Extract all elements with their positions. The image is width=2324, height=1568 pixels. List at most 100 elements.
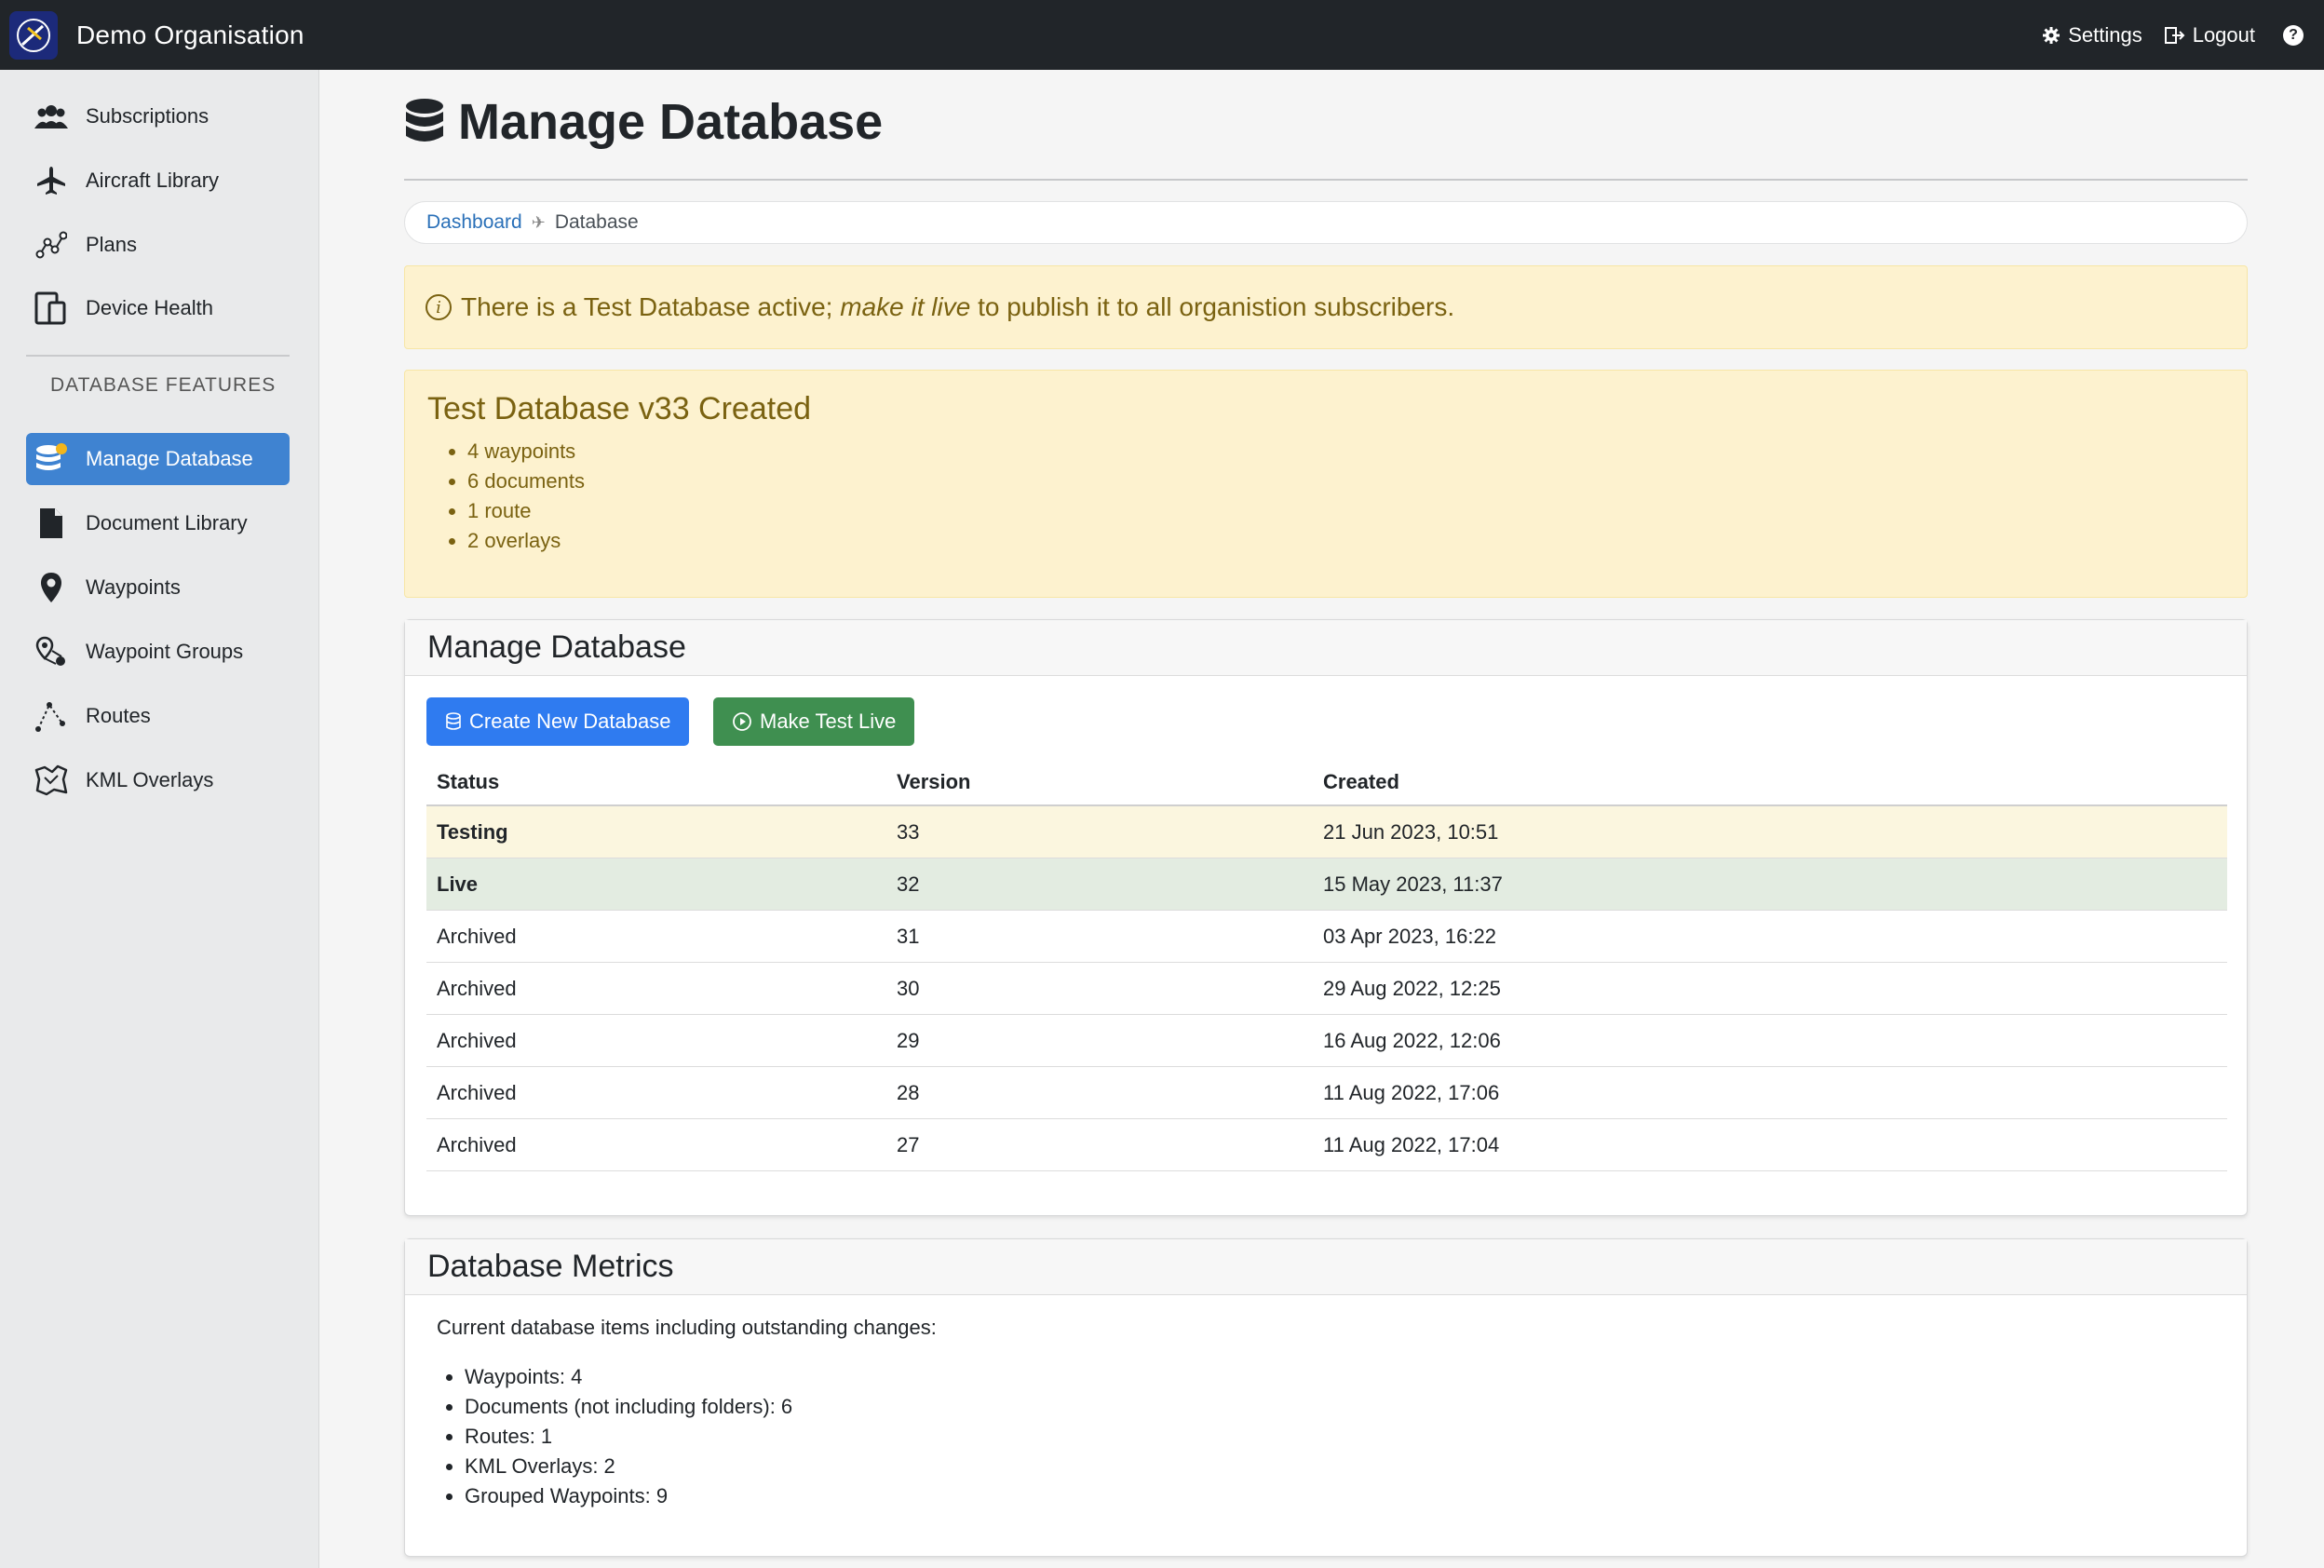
list-item: 1 route	[467, 496, 2224, 526]
sidebar-item-label: Manage Database	[86, 447, 253, 470]
sidebar-divider	[26, 355, 290, 357]
sidebar-item-kml-overlays[interactable]: KML Overlays	[26, 754, 290, 806]
row-created: 15 May 2023, 11:37	[1323, 872, 1503, 896]
table-row: Archived 30 29 Aug 2022, 12:25	[426, 963, 2227, 1015]
row-version: 30	[897, 976, 920, 1000]
row-version: 27	[897, 1132, 920, 1156]
route-nodes-icon	[34, 227, 69, 263]
plane-icon	[34, 163, 69, 198]
list-item: Grouped Waypoints: 9	[465, 1481, 2215, 1511]
card-title: Manage Database	[405, 620, 2247, 676]
devices-icon	[34, 291, 69, 326]
table-row: Archived 29 16 Aug 2022, 12:06	[426, 1015, 2227, 1067]
list-item: KML Overlays: 2	[465, 1452, 2215, 1481]
row-version: 32	[897, 872, 920, 896]
org-name[interactable]: Demo Organisation	[76, 20, 304, 50]
table-row: Archived 27 11 Aug 2022, 17:04	[426, 1119, 2227, 1171]
sidebar-item-label: Routes	[86, 704, 151, 727]
row-created: 16 Aug 2022, 12:06	[1323, 1028, 1501, 1052]
sidebar-item-waypoint-groups[interactable]: Waypoint Groups	[26, 626, 290, 678]
row-status: Archived	[437, 924, 517, 948]
play-circle-icon	[733, 712, 751, 731]
gear-icon	[2043, 26, 2061, 44]
create-new-database-button[interactable]: Create New Database	[426, 697, 690, 746]
plane-separator-icon: ✈	[531, 212, 546, 232]
list-item: 2 overlays	[467, 526, 2224, 556]
breadcrumb-dashboard-link[interactable]: Dashboard	[426, 211, 522, 234]
table-header-row: Status Version Created	[426, 760, 2227, 806]
sidebar-item-plans[interactable]: Plans	[26, 219, 290, 271]
created-title: Test Database v33 Created	[427, 391, 812, 426]
database-metrics-card: Database Metrics Current database items …	[404, 1238, 2248, 1557]
sidebar-item-label: KML Overlays	[86, 768, 214, 791]
created-items-list: 4 waypoints 6 documents 1 route 2 overla…	[467, 437, 2224, 556]
row-status: Testing	[437, 819, 508, 844]
column-header-status: Status	[437, 770, 500, 793]
alert-text: There is a Test Database active; make it…	[461, 292, 1454, 322]
info-icon: i	[426, 294, 452, 320]
row-status: Archived	[437, 976, 517, 1000]
breadcrumb: Dashboard ✈ Database	[404, 201, 2248, 244]
list-item: Routes: 1	[465, 1422, 2215, 1452]
top-navbar: Demo Organisation Settings Logout ?	[0, 0, 2324, 70]
row-status: Live	[437, 872, 479, 896]
route-icon	[34, 698, 69, 734]
org-logo-icon[interactable]	[9, 10, 58, 60]
sidebar-item-routes[interactable]: Routes	[26, 690, 290, 742]
row-version: 28	[897, 1080, 920, 1104]
alert-text-before: There is a Test Database active;	[461, 292, 841, 321]
page-title: Manage Database	[458, 94, 884, 150]
help-icon[interactable]: ?	[2283, 24, 2304, 46]
metrics-list: Waypoints: 4 Documents (not including fo…	[437, 1362, 2215, 1511]
row-created: 29 Aug 2022, 12:25	[1323, 976, 1501, 1000]
list-item: 6 documents	[467, 466, 2224, 496]
file-icon	[34, 506, 69, 541]
users-icon	[34, 99, 69, 134]
sidebar-item-label: Aircraft Library	[86, 169, 220, 192]
logout-icon	[2164, 26, 2185, 44]
sidebar-item-label: Plans	[86, 233, 138, 256]
logout-label: Logout	[2192, 22, 2255, 47]
column-header-created: Created	[1323, 770, 1399, 793]
sidebar: Subscriptions Aircraft Library Plans Dev…	[0, 70, 319, 1568]
row-status: Archived	[437, 1028, 517, 1052]
table-row: Live 32 15 May 2023, 11:37	[426, 858, 2227, 911]
row-status: Archived	[437, 1080, 517, 1104]
page-header: Manage Database	[404, 93, 883, 151]
manage-database-card: Manage Database Create New Database Make…	[404, 619, 2248, 1216]
list-item: Documents (not including folders): 6	[465, 1392, 2215, 1422]
sidebar-item-label: Document Library	[86, 511, 248, 534]
settings-link[interactable]: Settings	[2042, 23, 2142, 47]
database-icon	[34, 441, 69, 477]
sidebar-item-waypoints[interactable]: Waypoints	[26, 561, 290, 614]
make-test-live-button[interactable]: Make Test Live	[713, 697, 915, 746]
list-item: Waypoints: 4	[465, 1362, 2215, 1392]
database-created-notice: Test Database v33 Created 4 waypoints 6 …	[404, 370, 2248, 598]
row-version: 31	[897, 924, 920, 948]
database-icon	[446, 712, 461, 730]
database-versions-table: Status Version Created Testing 33 21 Jun…	[426, 760, 2227, 1171]
map-overlay-icon	[34, 763, 69, 798]
sidebar-item-aircraft-library[interactable]: Aircraft Library	[26, 155, 290, 207]
sidebar-item-manage-database[interactable]: Manage Database	[26, 433, 290, 485]
row-created: 11 Aug 2022, 17:06	[1323, 1080, 1500, 1104]
row-created: 21 Jun 2023, 10:51	[1323, 819, 1499, 844]
test-database-alert: i There is a Test Database active; make …	[404, 265, 2248, 349]
row-version: 33	[897, 819, 920, 844]
sidebar-item-device-health[interactable]: Device Health	[26, 282, 290, 334]
breadcrumb-current: Database	[554, 211, 639, 233]
logout-link[interactable]: Logout	[2164, 22, 2255, 47]
sidebar-item-document-library[interactable]: Document Library	[26, 497, 290, 549]
metrics-body: Current database items including outstan…	[405, 1295, 2247, 1532]
pin-group-icon	[34, 634, 69, 669]
table-row: Archived 28 11 Aug 2022, 17:06	[426, 1067, 2227, 1119]
sidebar-item-label: Subscriptions	[86, 104, 209, 128]
column-header-version: Version	[897, 770, 971, 793]
sidebar-item-label: Device Health	[86, 296, 213, 319]
row-created: 03 Apr 2023, 16:22	[1323, 924, 1496, 948]
live-button-label: Make Test Live	[760, 710, 897, 733]
sidebar-item-subscriptions[interactable]: Subscriptions	[26, 90, 290, 142]
alert-emphasis: make it live	[840, 292, 971, 321]
row-created: 11 Aug 2022, 17:04	[1323, 1132, 1500, 1156]
sidebar-section-title: DATABASE FEATURES	[50, 374, 277, 396]
